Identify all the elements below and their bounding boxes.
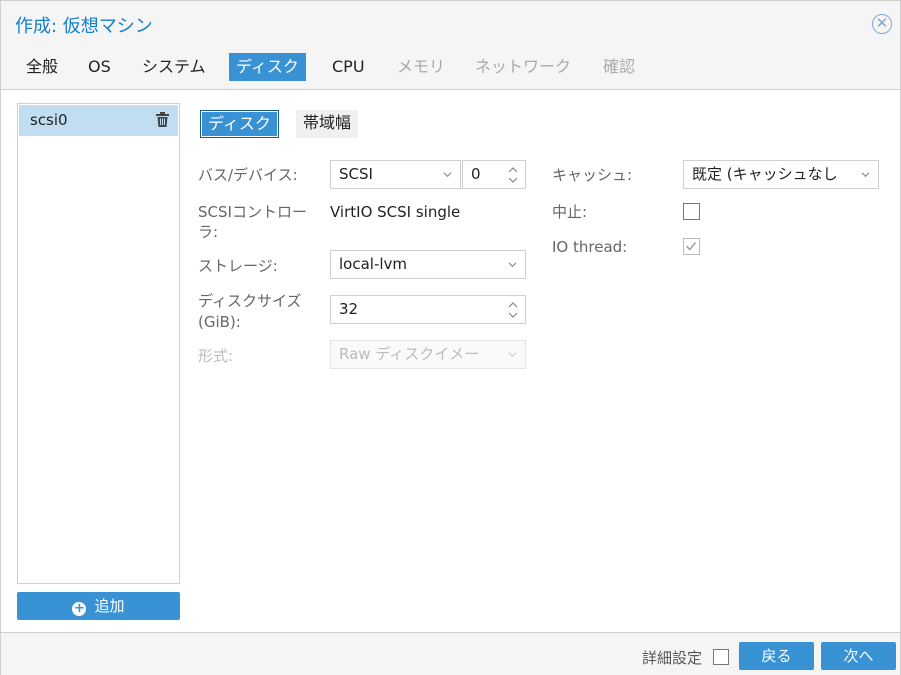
cache-label: キャッシュ:: [552, 166, 633, 184]
device-value: 0: [471, 165, 481, 183]
storage-value: local-lvm: [339, 255, 408, 273]
disk-size-label-2: (GiB):: [198, 313, 241, 331]
tab-general[interactable]: 全般: [19, 53, 65, 81]
disk-size-label-1: ディスクサイズ: [198, 292, 302, 310]
tab-network: ネットワーク: [475, 57, 572, 76]
disk-size-value: 32: [339, 300, 359, 318]
bus-device-label: バス/デバイス:: [198, 166, 298, 184]
device-number-stepper[interactable]: 0: [462, 160, 526, 189]
chevron-down-icon: [443, 172, 452, 178]
bus-value: SCSI: [339, 165, 373, 183]
tab-cpu[interactable]: CPU: [325, 53, 372, 81]
back-button[interactable]: 戻る: [739, 642, 814, 670]
close-icon[interactable]: ✕: [872, 14, 892, 34]
disk-item-label: scsi0: [30, 111, 68, 129]
next-button[interactable]: 次へ: [821, 642, 896, 670]
controller-label-2: ラ:: [198, 223, 219, 241]
subtab-bandwidth[interactable]: 帯域幅: [296, 110, 359, 138]
tab-memory: メモリ: [397, 57, 446, 76]
tab-system[interactable]: システム: [135, 53, 213, 81]
format-select: Raw ディスクイメー: [330, 340, 526, 369]
wizard-tabbar: 全般 OS システム ディスク CPU メモリ ネットワーク 確認: [1, 46, 900, 90]
iothread-label: IO thread:: [552, 238, 628, 256]
disk-list: scsi0: [17, 103, 180, 584]
storage-select[interactable]: local-lvm: [330, 250, 526, 279]
bus-select[interactable]: SCSI: [330, 160, 461, 189]
dialog-title: 作成: 仮想マシン: [15, 16, 153, 37]
cache-select[interactable]: 既定 (キャッシュなし: [683, 160, 879, 189]
tab-disk[interactable]: ディスク: [229, 53, 306, 81]
chevron-down-icon: [861, 170, 870, 179]
iothread-checkbox[interactable]: [683, 238, 700, 255]
chevron-down-icon: [508, 352, 517, 358]
advanced-checkbox[interactable]: [713, 649, 729, 665]
dialog-titlebar: 作成: 仮想マシン ✕: [1, 1, 900, 46]
plus-icon: +: [72, 601, 87, 616]
subtab-disk[interactable]: ディスク: [200, 110, 279, 138]
tab-os[interactable]: OS: [81, 53, 118, 81]
format-label: 形式:: [198, 347, 234, 365]
dialog-footer: 詳細設定 戻る 次へ: [1, 632, 900, 675]
controller-label-1: SCSIコントロー: [198, 203, 307, 221]
storage-label: ストレージ:: [198, 257, 278, 275]
checkmark-icon: [686, 242, 697, 251]
discard-checkbox[interactable]: [683, 203, 700, 220]
format-value: Raw ディスクイメー: [339, 345, 480, 363]
chevron-down-icon: [508, 262, 517, 268]
disk-list-item[interactable]: scsi0: [19, 105, 178, 136]
disk-size-stepper[interactable]: 32: [330, 295, 526, 324]
spinner-icon[interactable]: [508, 300, 518, 320]
cache-value: 既定 (キャッシュなし: [692, 165, 838, 183]
create-vm-dialog: 作成: 仮想マシン ✕ 全般 OS システム ディスク CPU メモリ ネットワ…: [0, 0, 901, 675]
controller-value: VirtIO SCSI single: [330, 203, 461, 221]
spinner-icon[interactable]: [508, 165, 518, 185]
advanced-label: 詳細設定: [642, 649, 703, 667]
trash-icon[interactable]: [156, 112, 169, 127]
discard-label: 中止:: [552, 203, 588, 221]
tab-confirm: 確認: [603, 57, 636, 76]
add-disk-button[interactable]: + 追加: [17, 592, 180, 620]
add-button-label: 追加: [94, 597, 125, 615]
content-area: scsi0 + 追加 ディスク 帯域幅 バス/デバイス: SCSI 0 SCSI…: [1, 90, 900, 632]
